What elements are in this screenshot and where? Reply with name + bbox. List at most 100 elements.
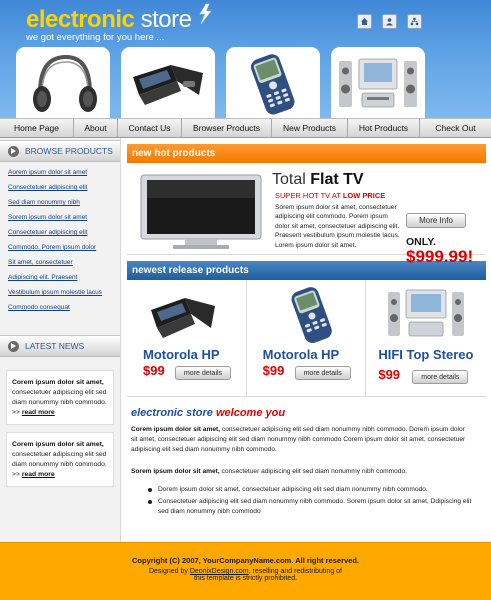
browse-link[interactable]: Consectetuer adipiscing elit — [8, 183, 120, 198]
welcome-paragraph-2: Sorem ipsum dolor sit amet, consectetuer… — [131, 467, 473, 477]
new-hot-products-heading: new hot products — [127, 144, 486, 163]
header: electronic store we got everything for y… — [0, 0, 491, 119]
header-thumb-stereo[interactable] — [331, 47, 425, 119]
browse-link[interactable]: Adipiscing elit. Praesent — [8, 273, 120, 288]
more-info-button[interactable]: More Info — [406, 213, 466, 228]
user-icon[interactable] — [382, 14, 397, 29]
browse-link[interactable]: Aorem ipsum dolor sit amet — [8, 168, 120, 183]
news-item: Corem ipsum dolor sit amet, consectetuer… — [6, 370, 114, 425]
news-bold: Corem ipsum dolor sit amet, — [12, 379, 104, 386]
header-thumb-flip-phone[interactable] — [121, 47, 215, 119]
stereo-image[interactable] — [384, 286, 468, 342]
browse-link[interactable]: Sit amet, consectetuer — [8, 258, 120, 273]
news-bold: Corem ipsum dolor sit amet, — [12, 441, 104, 448]
logo-word-store: store — [140, 6, 192, 33]
news-text: consectetuer adipiscing elit sed diam no… — [12, 451, 107, 468]
browse-links: Aorem ipsum dolor sit amet Consectetuer … — [0, 162, 120, 318]
nav-hot-products[interactable]: Hot Products — [348, 119, 420, 138]
arrow-circle-icon — [8, 340, 19, 352]
tv-subtitle: SUPER HOT TV AT LOW PRICE — [275, 191, 385, 200]
mobile-phone-image[interactable] — [277, 284, 347, 346]
tv-title: Total Flat TV — [272, 171, 364, 189]
logo[interactable]: electronic store — [26, 6, 192, 33]
tv-title-light: Total — [272, 171, 306, 188]
main-content: new hot products Total Flat TV SUPER HOT… — [127, 144, 486, 397]
nav-home-page[interactable]: Home Page — [0, 119, 74, 138]
product-grid: Motorola HP $99 more details Motorola HP… — [127, 280, 486, 397]
welcome-p2-bold: Sorem ipsum dolor sit amet, — [131, 468, 220, 475]
logo-word-electronic: electronic — [26, 6, 135, 33]
flip-phone-image — [133, 65, 203, 105]
product-price: $99 — [378, 367, 401, 382]
more-details-button[interactable]: more details — [412, 370, 469, 384]
nav-browser-products[interactable]: Browser Products — [182, 119, 272, 138]
page: electronic store we got everything for y… — [0, 0, 491, 600]
browse-link[interactable]: Vestibulum ipsum molestie lacus — [8, 288, 120, 303]
header-thumb-mobile-phone[interactable] — [226, 47, 320, 119]
latest-news-header: LATEST NEWS — [0, 335, 120, 357]
home-icon[interactable] — [357, 14, 372, 29]
tv-description: Sorem ipsum dolor sit amet, consectetuer… — [275, 204, 400, 249]
news-item: Corem ipsum dolor sit amet, consectetuer… — [6, 432, 114, 487]
more-details-button[interactable]: more details — [294, 366, 351, 380]
read-more-link[interactable]: read more — [22, 409, 55, 416]
footer-notice: this template is strictly prohibited. — [193, 575, 298, 582]
bullet-item: Consectetuer adipiscing elit sed diam no… — [148, 497, 473, 517]
browse-link[interactable]: Commodo consequat — [8, 303, 120, 318]
browse-link[interactable]: Sorem ipsum dolor sit amet — [8, 213, 120, 228]
designer-link[interactable]: DeonixDesign.com — [190, 568, 249, 575]
sidebar: BROWSE PRODUCTS Aorem ipsum dolor sit am… — [0, 138, 121, 542]
browse-link[interactable]: Consectetuer adipiscing elit — [8, 228, 120, 243]
browse-link[interactable]: Sed diam nonummy nibh — [8, 198, 120, 213]
welcome-heading: electronic store welcome you — [131, 407, 285, 419]
copyright: Copyright (C) 2007, YourCompanyName.com.… — [132, 556, 359, 565]
lightning-bolt-icon — [199, 3, 212, 25]
welcome-p1-bold: Corem ipsum dolor sit amet, — [131, 426, 221, 433]
bullet-item: Dorem ipsum dolor sit amet, consectetuer… — [148, 485, 473, 495]
nav-check-out[interactable]: Check Out — [420, 119, 491, 138]
product-card: Motorola HP $99 more details — [247, 280, 367, 397]
welcome-title-blue: electronic store — [131, 407, 213, 419]
browse-products-header: BROWSE PRODUCTS — [0, 140, 120, 162]
product-card: HIFI Top Stereo $99 more details — [366, 280, 486, 397]
tagline: we got everything for you here ... — [26, 32, 165, 43]
flat-tv-image[interactable] — [139, 171, 265, 253]
header-icon-group — [357, 14, 422, 29]
tv-title-bold: Flat TV — [310, 171, 364, 188]
welcome-paragraph-1: Corem ipsum dolor sit amet, consectetuer… — [131, 425, 473, 455]
designed-by: Designed by DeonixDesign.com, reselling … — [0, 568, 491, 575]
latest-news-title: LATEST NEWS — [25, 341, 85, 351]
flip-phone-image[interactable] — [145, 286, 225, 344]
nav-about[interactable]: About — [74, 119, 118, 138]
headphones-image — [33, 54, 97, 112]
featured-price: $999.99! — [406, 247, 474, 266]
sitemap-icon[interactable] — [407, 14, 422, 29]
designed-prefix: Designed by — [148, 568, 188, 575]
more-details-button[interactable]: more details — [175, 366, 231, 380]
welcome-bullet-list: Dorem ipsum dolor sit amet, consectetuer… — [148, 485, 473, 519]
designed-suffix: , reselling and redistributing of — [248, 568, 342, 575]
product-name[interactable]: Motorola HP — [263, 347, 340, 362]
arrow-circle-icon — [8, 145, 19, 157]
welcome-p2-text: consectetuer adipiscing elit sed diam no… — [221, 468, 407, 475]
header-thumb-headphones[interactable] — [16, 47, 110, 119]
product-card: Motorola HP $99 more details — [127, 280, 247, 397]
tv-subtitle-bold: LOW PRICE — [342, 191, 386, 200]
stereo-image — [339, 58, 417, 108]
footer: Copyright (C) 2007, YourCompanyName.com.… — [0, 542, 491, 600]
read-more-link[interactable]: read more — [22, 471, 55, 478]
tv-subtitle-text: SUPER HOT TV AT — [275, 191, 341, 200]
featured-product: Total Flat TV SUPER HOT TV AT LOW PRICE … — [127, 163, 486, 266]
product-price: $99 — [143, 363, 165, 378]
main-nav: Home Page About Contact Us Browser Produ… — [0, 118, 491, 138]
nav-new-products[interactable]: New Products — [272, 119, 348, 138]
product-price: $99 — [262, 363, 285, 378]
mobile-phone-image — [250, 54, 295, 115]
product-name[interactable]: Motorola HP — [143, 347, 220, 362]
news-text: consectetuer adipiscing elit sed diam no… — [12, 389, 107, 406]
welcome-title-red: welcome you — [215, 407, 286, 419]
nav-contact-us[interactable]: Contact Us — [118, 119, 182, 138]
browse-link[interactable]: Commodo. Porem ipsum dolor — [8, 243, 120, 258]
browse-products-title: BROWSE PRODUCTS — [25, 146, 113, 156]
product-name[interactable]: HIFI Top Stereo — [378, 347, 473, 362]
